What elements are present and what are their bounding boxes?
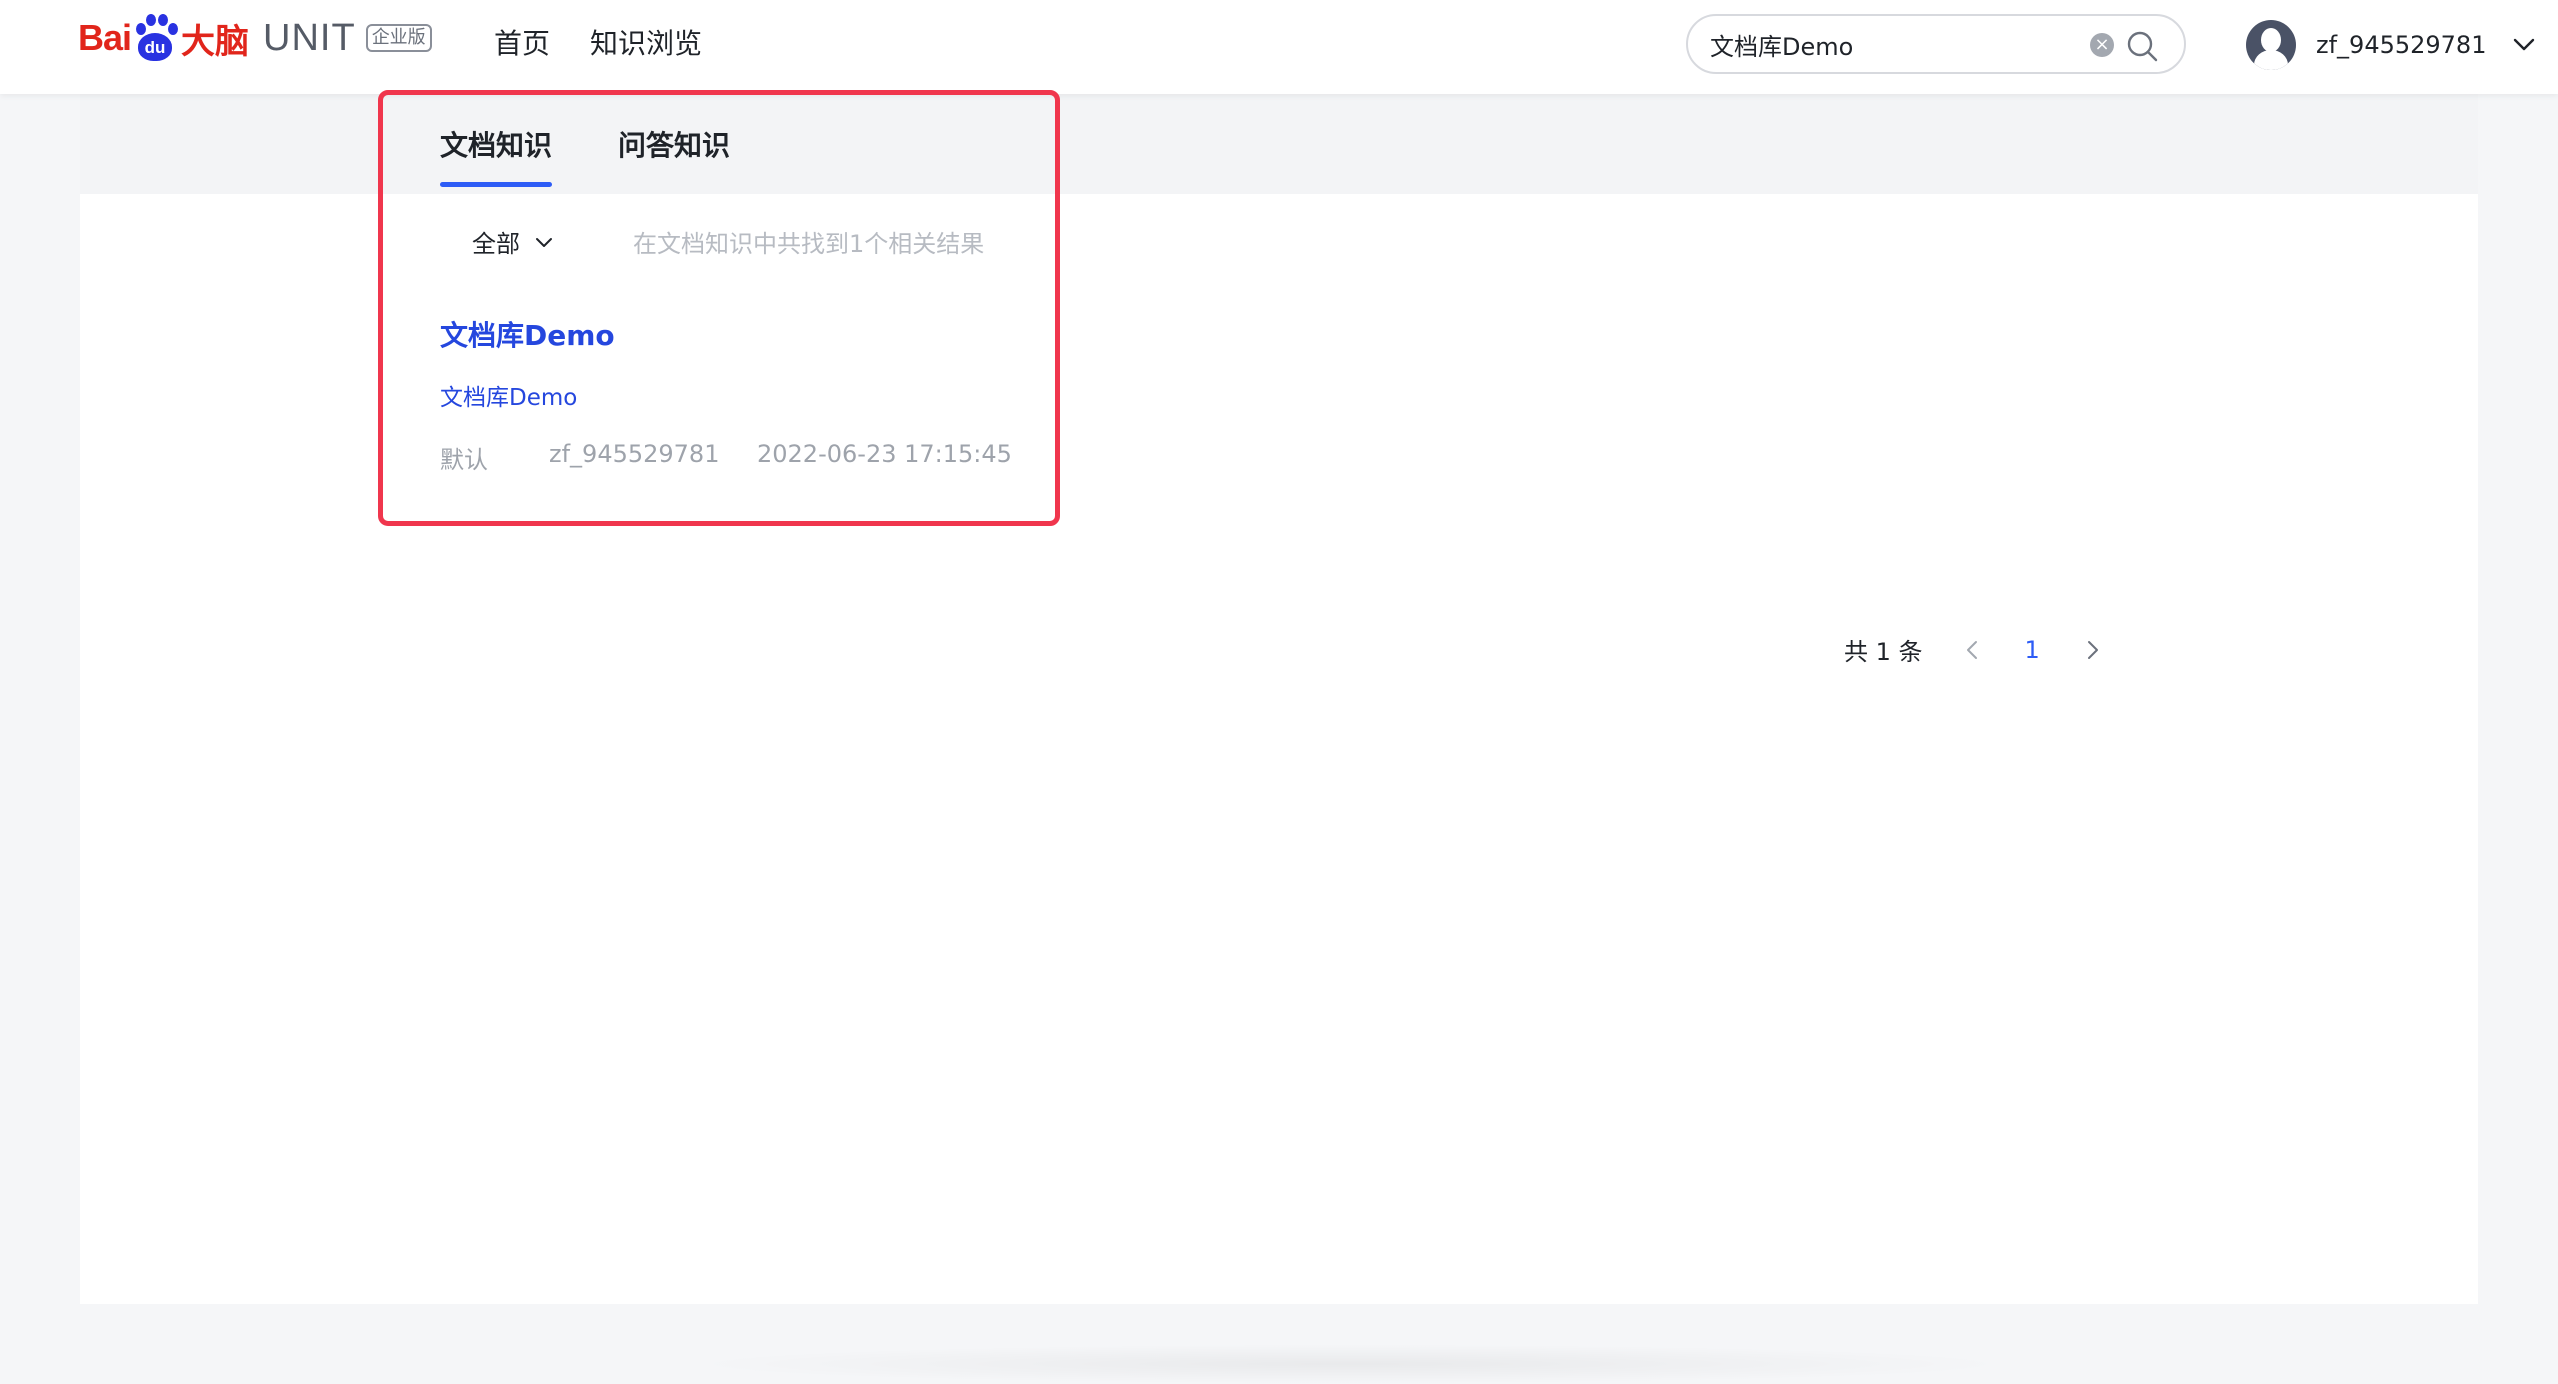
search-icon[interactable]: [2124, 28, 2160, 64]
chevron-left-icon[interactable]: [1959, 636, 1987, 664]
pagination: 共 1 条 1: [1844, 632, 2106, 667]
logo-text-danao: 大脑: [181, 21, 250, 62]
username: zf_945529781: [2316, 31, 2487, 59]
search-results-panel: 文档知识 问答知识 全部 在文档知识中共找到1个相关结果 文档库Demo 文档库…: [80, 94, 2478, 1384]
pagination-total: 共 1 条: [1844, 638, 1923, 666]
tabs-bar: 文档知识 问答知识: [80, 94, 2478, 194]
baidu-unit-logo[interactable]: Bai du 大脑 UNIT 企业版: [78, 8, 432, 68]
logo-text-du: du: [138, 33, 173, 61]
main-nav: 首页 知识浏览: [494, 24, 702, 64]
chevron-down-icon: [536, 237, 552, 247]
result-subtitle-link[interactable]: 文档库Demo: [440, 378, 577, 412]
enterprise-badge: 企业版: [365, 24, 432, 52]
chevron-right-icon[interactable]: [2078, 636, 2106, 664]
logo-text-unit: UNIT: [263, 16, 356, 59]
bottom-shadow: [680, 1344, 2020, 1384]
avatar-icon: [2246, 20, 2296, 70]
baidu-paw-icon: du: [132, 13, 179, 63]
result-owner: zf_945529781: [549, 440, 720, 468]
top-header: Bai du 大脑 UNIT 企业版 首页 知识浏览 × zf_94552978…: [0, 0, 2558, 94]
chevron-down-icon: [2514, 38, 2535, 51]
search-input[interactable]: [1710, 26, 2090, 62]
pagination-page-1[interactable]: 1: [2025, 636, 2040, 664]
clear-icon[interactable]: ×: [2090, 33, 2114, 57]
tab-qa-knowledge[interactable]: 问答知识: [618, 124, 730, 164]
nav-item-home[interactable]: 首页: [494, 24, 550, 64]
filter-selected-label: 全部: [472, 230, 520, 258]
result-category: 默认: [440, 446, 488, 474]
result-timestamp: 2022-06-23 17:15:45: [757, 440, 1012, 468]
result-count-text: 在文档知识中共找到1个相关结果: [633, 230, 985, 258]
user-menu[interactable]: zf_945529781: [2246, 20, 2538, 70]
nav-item-knowledge-browse[interactable]: 知识浏览: [590, 24, 702, 64]
result-title-link[interactable]: 文档库Demo: [440, 314, 615, 354]
scope-filter-dropdown[interactable]: 全部: [472, 224, 554, 259]
search-box: ×: [1686, 14, 2186, 74]
tab-document-knowledge[interactable]: 文档知识: [440, 124, 553, 187]
logo-text-bai: Bai: [78, 17, 132, 58]
